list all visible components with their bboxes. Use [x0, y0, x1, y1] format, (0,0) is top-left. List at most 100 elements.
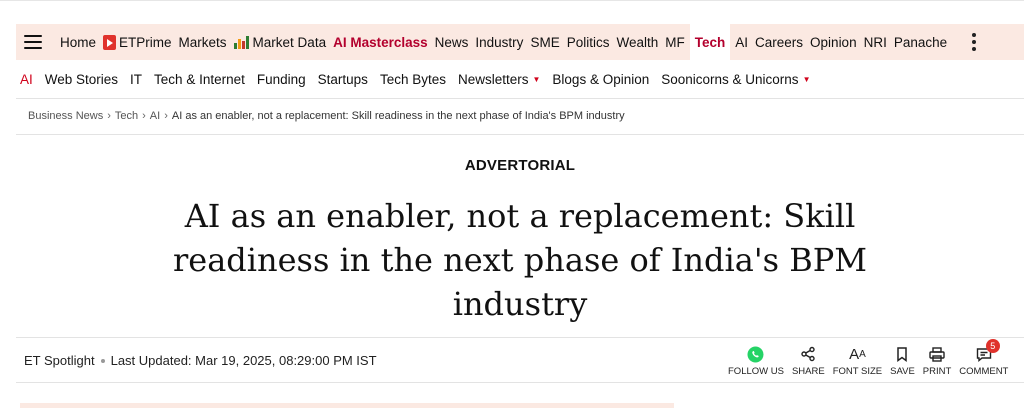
- subnav-tech-bytes-label: Tech Bytes: [379, 71, 446, 87]
- nav-sme-label: SME: [530, 34, 560, 50]
- nav-mf-label: MF: [665, 34, 685, 50]
- byline: ET Spotlight Last Updated: Mar 19, 2025,…: [24, 353, 377, 368]
- subnav-blogs-opinion[interactable]: Blogs & Opinion: [552, 72, 649, 87]
- subnav-newsletters[interactable]: Newsletters ▼: [458, 72, 540, 87]
- nav-markets-label: Markets: [178, 34, 227, 50]
- subnav-web-stories[interactable]: Web Stories: [45, 72, 118, 87]
- nav-industry-label: Industry: [475, 34, 524, 50]
- article-headline: AI as an enabler, not a replacement: Ski…: [172, 197, 868, 323]
- nav-market-data-label: Market Data: [252, 34, 327, 50]
- comment-button[interactable]: 5 COMMENT: [959, 339, 1009, 377]
- nav-panache[interactable]: Panache: [894, 35, 947, 50]
- subnav-funding[interactable]: Funding: [257, 72, 306, 87]
- nav-markets[interactable]: Markets: [179, 35, 227, 50]
- share-icon: [800, 345, 816, 363]
- share-label: SHARE: [791, 366, 825, 377]
- nav-home[interactable]: Home: [60, 35, 96, 50]
- top-divider: [0, 0, 1024, 1]
- subnav-tech-internet[interactable]: Tech & Internet: [154, 72, 245, 87]
- font-glyph-large: A: [849, 345, 860, 363]
- dropdown-caret-icon: ▼: [802, 74, 811, 84]
- nav-tech[interactable]: Tech: [689, 24, 731, 60]
- nav-ai-masterclass-label: AI Masterclass: [333, 34, 428, 50]
- nav-careers-label: Careers: [755, 34, 804, 50]
- dropdown-caret-icon: ▼: [532, 74, 541, 84]
- breadcrumb-current: AI as an enabler, not a replacement: Ski…: [171, 110, 625, 122]
- breadcrumb-separator: ›: [164, 110, 168, 122]
- whatsapp-icon: [747, 345, 764, 363]
- breadcrumb-divider: [16, 134, 1024, 135]
- nav-divider: [16, 98, 1024, 99]
- subnav-startups[interactable]: Startups: [318, 72, 368, 87]
- article-actions: FOLLOW US SHARE AA FONT SIZE SAVE PRINT …: [728, 339, 1016, 378]
- nav-ai-masterclass[interactable]: AI Masterclass: [333, 35, 428, 50]
- nav-tech-label: Tech: [694, 34, 726, 50]
- nav-nri[interactable]: NRI: [864, 35, 887, 50]
- breadcrumb-ai[interactable]: AI: [150, 110, 160, 122]
- font-size-button[interactable]: AA FONT SIZE: [832, 345, 883, 378]
- subnav-ai[interactable]: AI: [20, 72, 33, 87]
- subnav-soonicorns-unicorns-label: Soonicorns & Unicorns: [661, 71, 799, 87]
- nav-market-data[interactable]: Market Data: [233, 34, 327, 50]
- subnav-tech-internet-label: Tech & Internet: [154, 71, 245, 87]
- subnav-startups-label: Startups: [317, 71, 368, 87]
- nav-careers[interactable]: Careers: [755, 35, 803, 50]
- comment-label: COMMENT: [959, 366, 1009, 377]
- printer-icon: [929, 345, 945, 363]
- nav-news[interactable]: News: [435, 35, 469, 50]
- nav-wealth-label: Wealth: [616, 34, 659, 50]
- updated-timestamp: Last Updated: Mar 19, 2025, 08:29:00 PM …: [110, 353, 377, 368]
- subnav-tech-bytes[interactable]: Tech Bytes: [380, 72, 446, 87]
- author-name: ET Spotlight: [24, 353, 95, 368]
- hamburger-menu-icon[interactable]: [24, 35, 42, 49]
- subnav-web-stories-label: Web Stories: [44, 71, 119, 87]
- subnav-it[interactable]: IT: [130, 72, 142, 87]
- save-button[interactable]: SAVE: [890, 345, 915, 377]
- content-banner-strip: [20, 403, 674, 408]
- nav-mf[interactable]: MF: [665, 35, 685, 50]
- breadcrumb-business-news[interactable]: Business News: [28, 110, 103, 122]
- more-menu-icon[interactable]: [972, 33, 977, 51]
- subnav-soonicorns-unicorns[interactable]: Soonicorns & Unicorns ▼: [661, 72, 810, 87]
- byline-divider: [16, 382, 1024, 383]
- nav-nri-label: NRI: [863, 34, 887, 50]
- subnav-ai-label: AI: [20, 71, 33, 87]
- breadcrumb-separator: ›: [142, 110, 146, 122]
- breadcrumb: Business News › Tech › AI › AI as an ena…: [28, 110, 625, 122]
- breadcrumb-tech[interactable]: Tech: [115, 110, 138, 122]
- subnav-funding-label: Funding: [256, 71, 306, 87]
- breadcrumb-separator: ›: [107, 110, 111, 122]
- nav-etprime-label: ETPrime: [119, 34, 172, 50]
- nav-home-label: Home: [60, 34, 97, 50]
- nav-news-label: News: [434, 34, 469, 50]
- nav-industry[interactable]: Industry: [475, 35, 523, 50]
- nav-ai[interactable]: AI: [735, 35, 748, 50]
- headline-divider: [16, 337, 1024, 338]
- nav-etprime[interactable]: ETPrime: [103, 34, 172, 50]
- byline-separator-dot: [100, 358, 105, 363]
- print-button[interactable]: PRINT: [923, 345, 951, 377]
- nav-politics-label: Politics: [566, 34, 610, 50]
- font-size-label: FONT SIZE: [832, 366, 883, 377]
- save-label: SAVE: [890, 366, 915, 377]
- primary-nav: Home ETPrime Markets Market Data AI Mast…: [16, 24, 1024, 60]
- market-data-chart-icon: [233, 35, 250, 49]
- section-label: ADVERTORIAL: [464, 157, 576, 174]
- nav-wealth[interactable]: Wealth: [616, 35, 658, 50]
- font-glyph-small: A: [859, 348, 866, 360]
- follow-us-label: FOLLOW US: [728, 366, 784, 377]
- nav-sme[interactable]: SME: [530, 35, 559, 50]
- nav-politics[interactable]: Politics: [567, 35, 610, 50]
- nav-opinion[interactable]: Opinion: [810, 35, 857, 50]
- etprime-logo-icon: [103, 34, 117, 50]
- secondary-nav: AI Web Stories IT Tech & Internet Fundin…: [20, 70, 822, 88]
- subnav-newsletters-label: Newsletters: [457, 71, 529, 87]
- nav-ai-label: AI: [735, 34, 749, 50]
- follow-us-button[interactable]: FOLLOW US: [728, 345, 784, 377]
- bookmark-icon: [896, 345, 908, 363]
- share-button[interactable]: SHARE: [792, 345, 825, 377]
- nav-panache-label: Panache: [893, 34, 948, 50]
- font-size-icon: AA: [849, 345, 866, 363]
- comment-icon: 5: [976, 339, 1000, 363]
- comment-count-badge: 5: [985, 339, 1000, 353]
